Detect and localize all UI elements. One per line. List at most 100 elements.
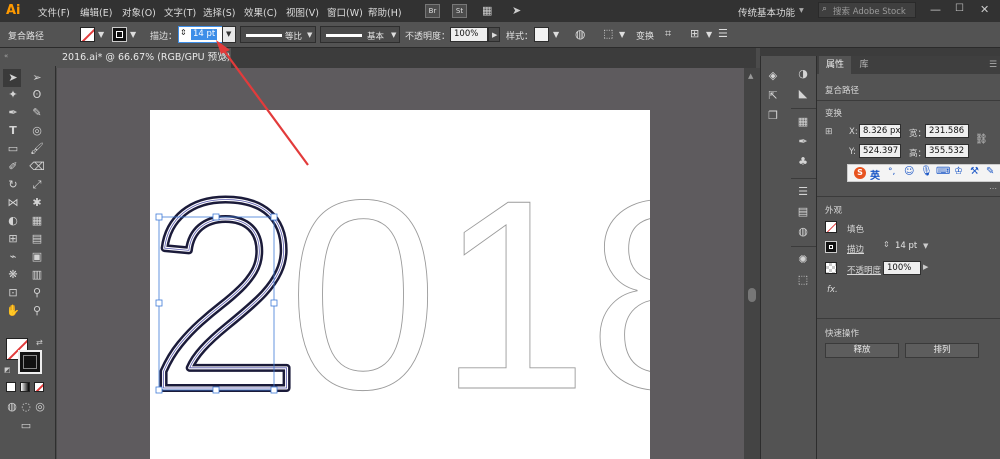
scale-tool-icon[interactable]: ⤢ [29, 177, 45, 193]
recolor-artwork-icon[interactable]: ◍ [575, 27, 585, 41]
swap-colors-icon[interactable]: ⇄ [36, 338, 43, 347]
menu-select[interactable]: 选择(S) [203, 5, 235, 19]
y-input[interactable]: 524.397 [859, 144, 901, 158]
align-chevron-icon[interactable]: ▼ [619, 30, 625, 39]
fill-swatch[interactable] [825, 221, 837, 233]
align-icon[interactable]: ⬚ [603, 27, 613, 40]
collapse-panel-icon[interactable]: « [4, 52, 8, 60]
color-mode-icon[interactable] [6, 382, 16, 392]
export-icon[interactable]: ⇱ [765, 88, 781, 104]
layers-icon[interactable]: ◈ [765, 68, 781, 84]
select-similar-chevron-icon[interactable]: ▼ [706, 30, 712, 39]
stepper-icon[interactable]: ⇕ [180, 28, 187, 37]
keyboard-icon[interactable]: ⌨ [936, 166, 950, 177]
resize-handle[interactable] [270, 299, 278, 307]
scroll-thumb[interactable] [748, 288, 756, 302]
resize-handle[interactable] [270, 386, 278, 394]
selection-tool-icon[interactable]: ➤ [5, 70, 21, 86]
transform-link[interactable]: 变换 [636, 29, 654, 42]
minimize-icon[interactable]: — [930, 3, 941, 16]
none-mode-icon[interactable] [34, 382, 44, 392]
opacity-input[interactable]: 100% [450, 27, 488, 42]
graphic-styles-icon[interactable]: ⬚ [795, 272, 811, 288]
close-icon[interactable]: ✕ [980, 3, 989, 16]
symbols-icon[interactable]: ♣ [795, 154, 811, 170]
color-guide-icon[interactable]: ◣ [795, 86, 811, 102]
menu-file[interactable]: 文件(F) [38, 5, 70, 19]
resize-handle[interactable] [270, 213, 278, 221]
vertical-scrollbar[interactable]: ▲ [744, 68, 760, 459]
tab-library[interactable]: 库 [853, 56, 875, 74]
resize-handle[interactable] [155, 213, 163, 221]
workspace-switcher[interactable]: 传统基本功能 [738, 5, 795, 19]
scroll-up-icon[interactable]: ▲ [748, 72, 753, 80]
stroke-swatch[interactable] [112, 27, 127, 42]
transparency-icon[interactable]: ◍ [795, 224, 811, 240]
menu-help[interactable]: 帮助(H) [368, 5, 402, 19]
menu-object[interactable]: 对象(O) [122, 5, 156, 19]
stock-button[interactable]: St [452, 4, 467, 18]
toolbox-icon[interactable]: ⚒ [970, 166, 979, 177]
panel-menu-icon[interactable]: ☰ [989, 60, 997, 70]
constrain-proportions-icon[interactable]: ⛓ [975, 134, 988, 145]
hand-tool-icon[interactable]: ✋ [5, 303, 21, 319]
voice-icon[interactable]: 🎙 [920, 166, 933, 177]
zoom-tool-icon[interactable]: ⚲ [29, 303, 45, 319]
gpu-performance-icon[interactable]: ➤ [512, 4, 528, 18]
artboards-icon[interactable]: ❐ [765, 108, 781, 124]
document-tab[interactable]: 2016.ai* @ 66.67% (RGB/GPU 预览) ✕ [56, 48, 231, 68]
type-tool-icon[interactable]: T [5, 123, 21, 139]
shaper-tool-icon[interactable]: ✐ [5, 159, 21, 175]
menu-effect[interactable]: 效果(C) [244, 5, 277, 19]
fx-button[interactable]: fx. [827, 285, 838, 295]
ime-language-label[interactable]: 英 [870, 167, 880, 182]
x-input[interactable]: 8.326 px [859, 124, 901, 138]
stroke-weight-dropdown[interactable]: ▼ [222, 26, 236, 43]
stepper-icon[interactable]: ⇕ [883, 240, 890, 249]
menu-view[interactable]: 视图(V) [286, 5, 319, 19]
artboard-tool-icon[interactable]: ⊡ [5, 285, 21, 301]
width-input[interactable]: 231.586 [925, 124, 969, 138]
emoji-icon[interactable]: ☺ [904, 166, 914, 177]
appearance-panel-icon[interactable]: ✺ [795, 252, 811, 268]
menu-edit[interactable]: 编辑(E) [80, 5, 112, 19]
punctuation-icon[interactable]: °, [888, 167, 895, 177]
paintbrush-tool-icon[interactable]: 🖌 [29, 141, 45, 157]
brush-definition[interactable]: 基本 ▼ [320, 26, 400, 43]
stroke-link[interactable]: 描边 [847, 243, 864, 255]
ime-toolbar[interactable]: S 英 °, ☺ 🎙 ⌨ ♔ ⚒ ✎ [847, 164, 1000, 182]
artwork-layer[interactable]: 2 2 2 018 [150, 110, 650, 459]
resize-handle[interactable] [155, 299, 163, 307]
settings-icon[interactable]: ✎ [986, 166, 994, 177]
workspace-chevron-icon[interactable]: ▾ [799, 5, 804, 16]
select-similar-icon[interactable]: ⊞ [690, 27, 699, 40]
eyedropper-tool-icon[interactable]: ⌁ [5, 249, 21, 265]
color-icon[interactable]: ◑ [795, 66, 811, 82]
bridge-button[interactable]: Br [425, 4, 440, 18]
eraser-tool-icon[interactable]: ⌫ [29, 159, 45, 175]
opacity-input[interactable]: 100% [883, 261, 921, 275]
gradient-mode-icon[interactable] [20, 382, 30, 392]
width-tool-icon[interactable]: ⋈ [5, 195, 21, 211]
arrange-documents-icon[interactable]: ▦ [482, 4, 498, 18]
gradient-tool-icon[interactable]: ▤ [29, 231, 45, 247]
artwork-digits-018[interactable]: 018 [288, 145, 650, 447]
screen-mode-icon[interactable]: ▭ [18, 418, 34, 434]
release-button[interactable]: 释放 [825, 343, 899, 358]
lasso-tool-icon[interactable]: ʘ [29, 87, 45, 103]
shape-builder-tool-icon[interactable]: ◐ [5, 213, 21, 229]
opacity-link[interactable]: 不透明度 [847, 264, 881, 276]
stroke-panel-icon[interactable]: ☰ [795, 184, 811, 200]
stroke-chevron-icon[interactable]: ▼ [130, 30, 136, 39]
height-input[interactable]: 355.532 [925, 144, 969, 158]
maximize-icon[interactable]: ☐ [955, 3, 964, 14]
draw-inside-icon[interactable]: ◎ [32, 399, 48, 415]
slice-tool-icon[interactable]: ⚲ [29, 285, 45, 301]
puppet-warp-tool-icon[interactable]: ✱ [29, 195, 45, 211]
fill-swatch[interactable] [80, 27, 95, 42]
skin-icon[interactable]: ♔ [954, 166, 963, 177]
tab-close-icon[interactable]: ✕ [221, 48, 229, 68]
rotate-tool-icon[interactable]: ↻ [5, 177, 21, 193]
gradient-panel-icon[interactable]: ▤ [795, 204, 811, 220]
isolate-icon[interactable]: ⌗ [665, 27, 671, 41]
